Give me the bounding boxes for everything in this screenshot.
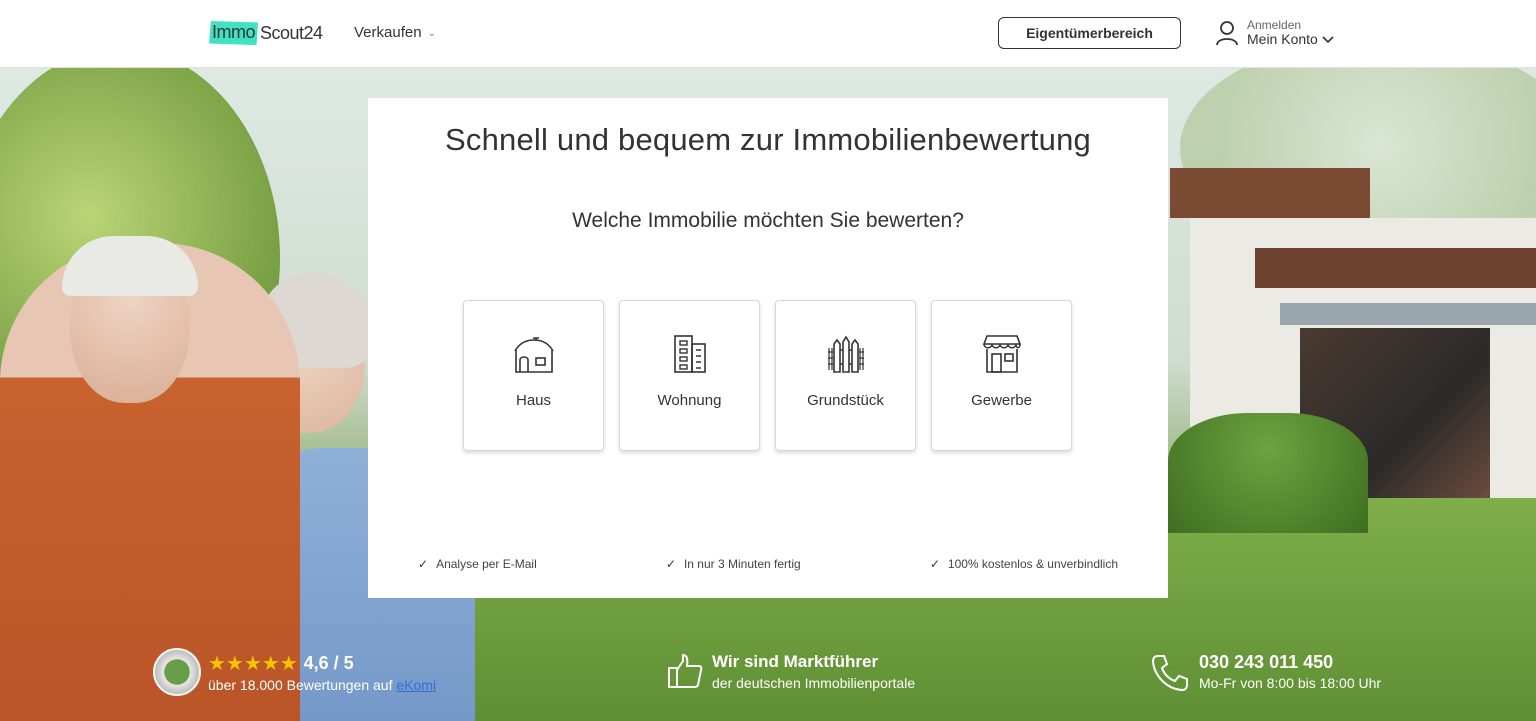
option-label: Haus: [515, 392, 552, 409]
house-icon: [513, 337, 554, 373]
property-type-question: Welche Immobilie möchten Sie bewerten?: [572, 209, 964, 232]
shop-icon: [982, 335, 1021, 373]
option-gewerbe[interactable]: Gewerbe: [931, 300, 1072, 451]
benefit-text: 100% kostenlos & unverbindlich: [947, 557, 1118, 571]
benefits-list: ✓ Analyse per E-Mail ✓ In nur 3 Minuten …: [418, 557, 1118, 571]
option-label: Wohnung: [657, 392, 722, 409]
benefit-item: ✓ Analyse per E-Mail: [418, 557, 537, 571]
option-wohnung[interactable]: Wohnung: [619, 300, 760, 451]
background-hedge: [1168, 413, 1368, 533]
phone-icon: [1151, 655, 1188, 692]
valuation-card: Schnell und bequem zur Immobilienbewertu…: [368, 98, 1168, 598]
ekomi-link[interactable]: eKomi: [396, 677, 436, 693]
benefit-item: ✓ In nur 3 Minuten fertig: [666, 557, 801, 571]
option-haus[interactable]: Haus: [463, 300, 604, 451]
ekomi-seal-icon: [153, 648, 201, 696]
logo-immo-text: Immo: [209, 21, 258, 45]
reviews-text: über 18.000 Bewertungen auf: [208, 677, 393, 693]
benefit-item: ✓ 100% kostenlos & unverbindlich: [930, 557, 1118, 571]
immoscout24-logo[interactable]: Immo Scout24: [209, 21, 323, 45]
nav-sell-label: Verkaufen: [354, 24, 422, 41]
site-header: Immo Scout24 Verkaufen ⌄ Eigentümerberei…: [0, 0, 1536, 68]
market-leader-title: Wir sind Marktführer: [712, 652, 879, 671]
rating-value: 4,6 / 5: [303, 653, 354, 673]
checkmark-icon: ✓: [665, 557, 676, 571]
plot-fence-icon: [827, 335, 864, 373]
checkmark-icon: ✓: [418, 557, 429, 571]
option-label: Gewerbe: [971, 392, 1032, 409]
account-label: Mein Konto: [1247, 31, 1318, 48]
apartment-icon: [673, 335, 706, 373]
account-menu[interactable]: Anmelden Mein Konto: [1215, 18, 1334, 48]
chevron-down-icon: ⌄: [427, 28, 436, 39]
user-icon: [1216, 21, 1238, 46]
reviews-count: über 18.000 Bewertungen auf eKomi: [208, 677, 436, 693]
stars-icon: ★★★★★: [208, 653, 298, 675]
owner-area-button[interactable]: Eigentümerbereich: [998, 17, 1181, 49]
market-leader-subtitle: der deutschen Immobilienportale: [712, 675, 916, 691]
option-grundstueck[interactable]: Grundstück: [775, 300, 916, 451]
thumbs-up-icon: [668, 653, 703, 688]
option-label: Grundstück: [807, 392, 884, 409]
phone-number[interactable]: 030 243 011 450: [1199, 652, 1333, 673]
trust-strip: ★★★★★ 4,6 / 5 über 18.000 Bewertungen au…: [0, 640, 1536, 721]
checkmark-icon: ✓: [929, 557, 940, 571]
benefit-text: In nur 3 Minuten fertig: [683, 557, 801, 571]
nav-sell-menu[interactable]: Verkaufen ⌄: [354, 24, 436, 41]
property-type-options: Haus Wohnung Grundstück Gewerbe: [463, 300, 1072, 451]
logo-scout-text: Scout24: [260, 22, 323, 43]
rating-stars: ★★★★★ 4,6 / 5: [208, 651, 354, 676]
benefit-text: Analyse per E-Mail: [436, 557, 537, 571]
phone-hours: Mo-Fr von 8:00 bis 18:00 Uhr: [1199, 675, 1382, 691]
chevron-down-icon: [1322, 36, 1334, 44]
page-title: Schnell und bequem zur Immobilienbewertu…: [445, 122, 1091, 157]
